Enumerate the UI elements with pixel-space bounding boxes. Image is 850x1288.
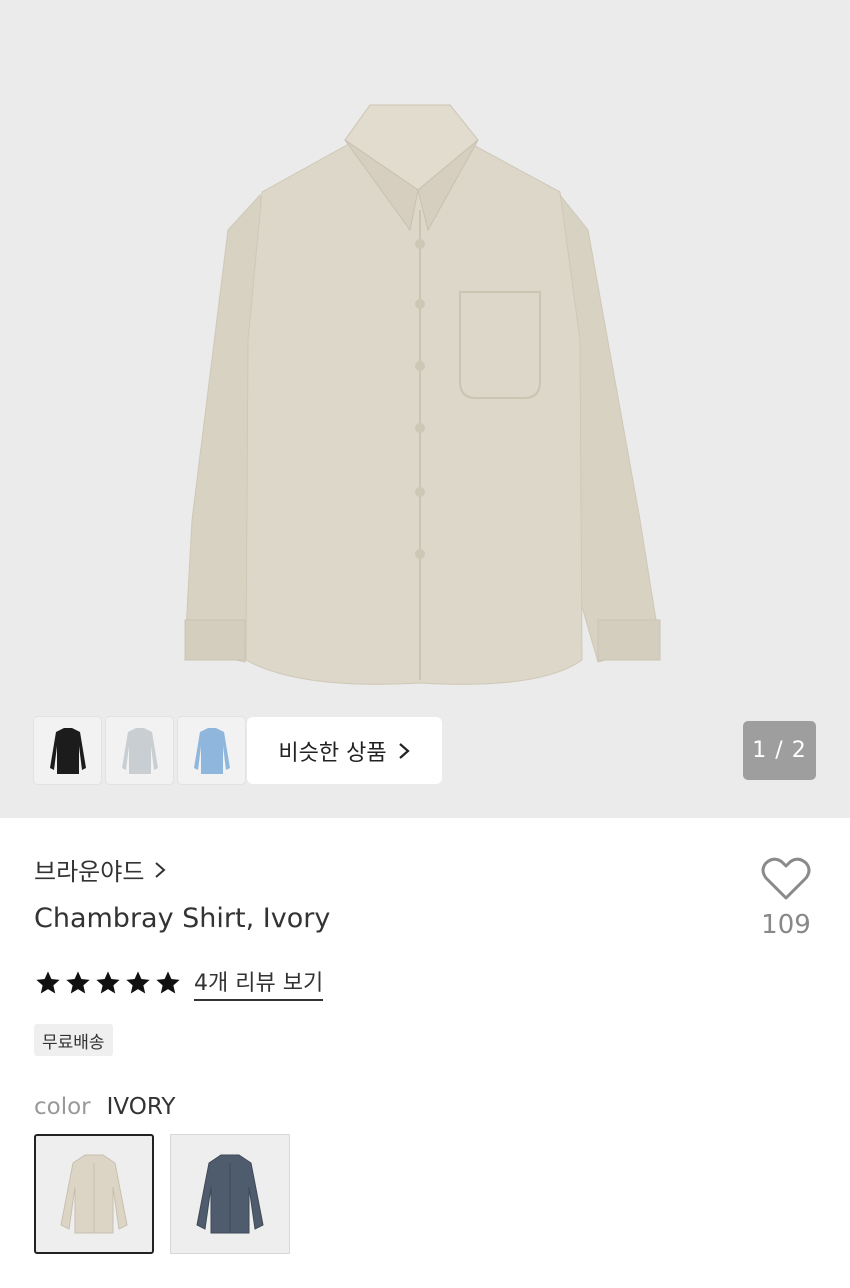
thumbnail-shirt-image (121, 727, 158, 774)
color-option-row: color IVORY (34, 1094, 175, 1120)
brand-link[interactable]: 브라운야드 (34, 852, 166, 887)
rating-row: 4개 리뷰 보기 (34, 965, 324, 1001)
chevron-right-icon (398, 742, 410, 759)
color-swatch-ivory[interactable] (34, 1134, 154, 1254)
product-main-image (184, 104, 661, 685)
similar-products-button[interactable]: 비슷한 상품 (247, 717, 442, 784)
color-label: color (34, 1094, 91, 1120)
product-title: Chambray Shirt, Ivory (34, 903, 331, 934)
similar-products-label: 비슷한 상품 (278, 740, 387, 766)
star-icon (96, 971, 120, 994)
product-image-area[interactable]: 비슷한 상품 1 / 2 (0, 0, 850, 818)
star-icon (156, 971, 180, 994)
image-pager: 1 / 2 (743, 721, 816, 780)
star-icon (66, 971, 90, 994)
heart-icon (761, 857, 811, 900)
star-icon (36, 971, 60, 994)
thumbnail-blue[interactable] (178, 717, 245, 784)
star-icon (126, 971, 150, 994)
star-rating (34, 969, 182, 997)
swatch-shirt-image (60, 1154, 128, 1234)
color-swatch-navy[interactable] (170, 1134, 290, 1254)
chevron-right-icon (155, 861, 166, 878)
free-shipping-badge: 무료배송 (34, 1024, 113, 1056)
like-count: 109 (761, 910, 811, 940)
thumbnail-black[interactable] (34, 717, 101, 784)
thumbnail-shirt-image (193, 727, 230, 774)
thumbnail-shirt-image (49, 727, 86, 774)
thumbnail-gray[interactable] (106, 717, 173, 784)
selected-color-value: IVORY (106, 1094, 176, 1120)
swatch-shirt-image (196, 1154, 264, 1234)
like-button[interactable]: 109 (756, 856, 816, 940)
reviews-link[interactable]: 4개 리뷰 보기 (194, 965, 324, 1001)
brand-name: 브라운야드 (34, 858, 145, 886)
